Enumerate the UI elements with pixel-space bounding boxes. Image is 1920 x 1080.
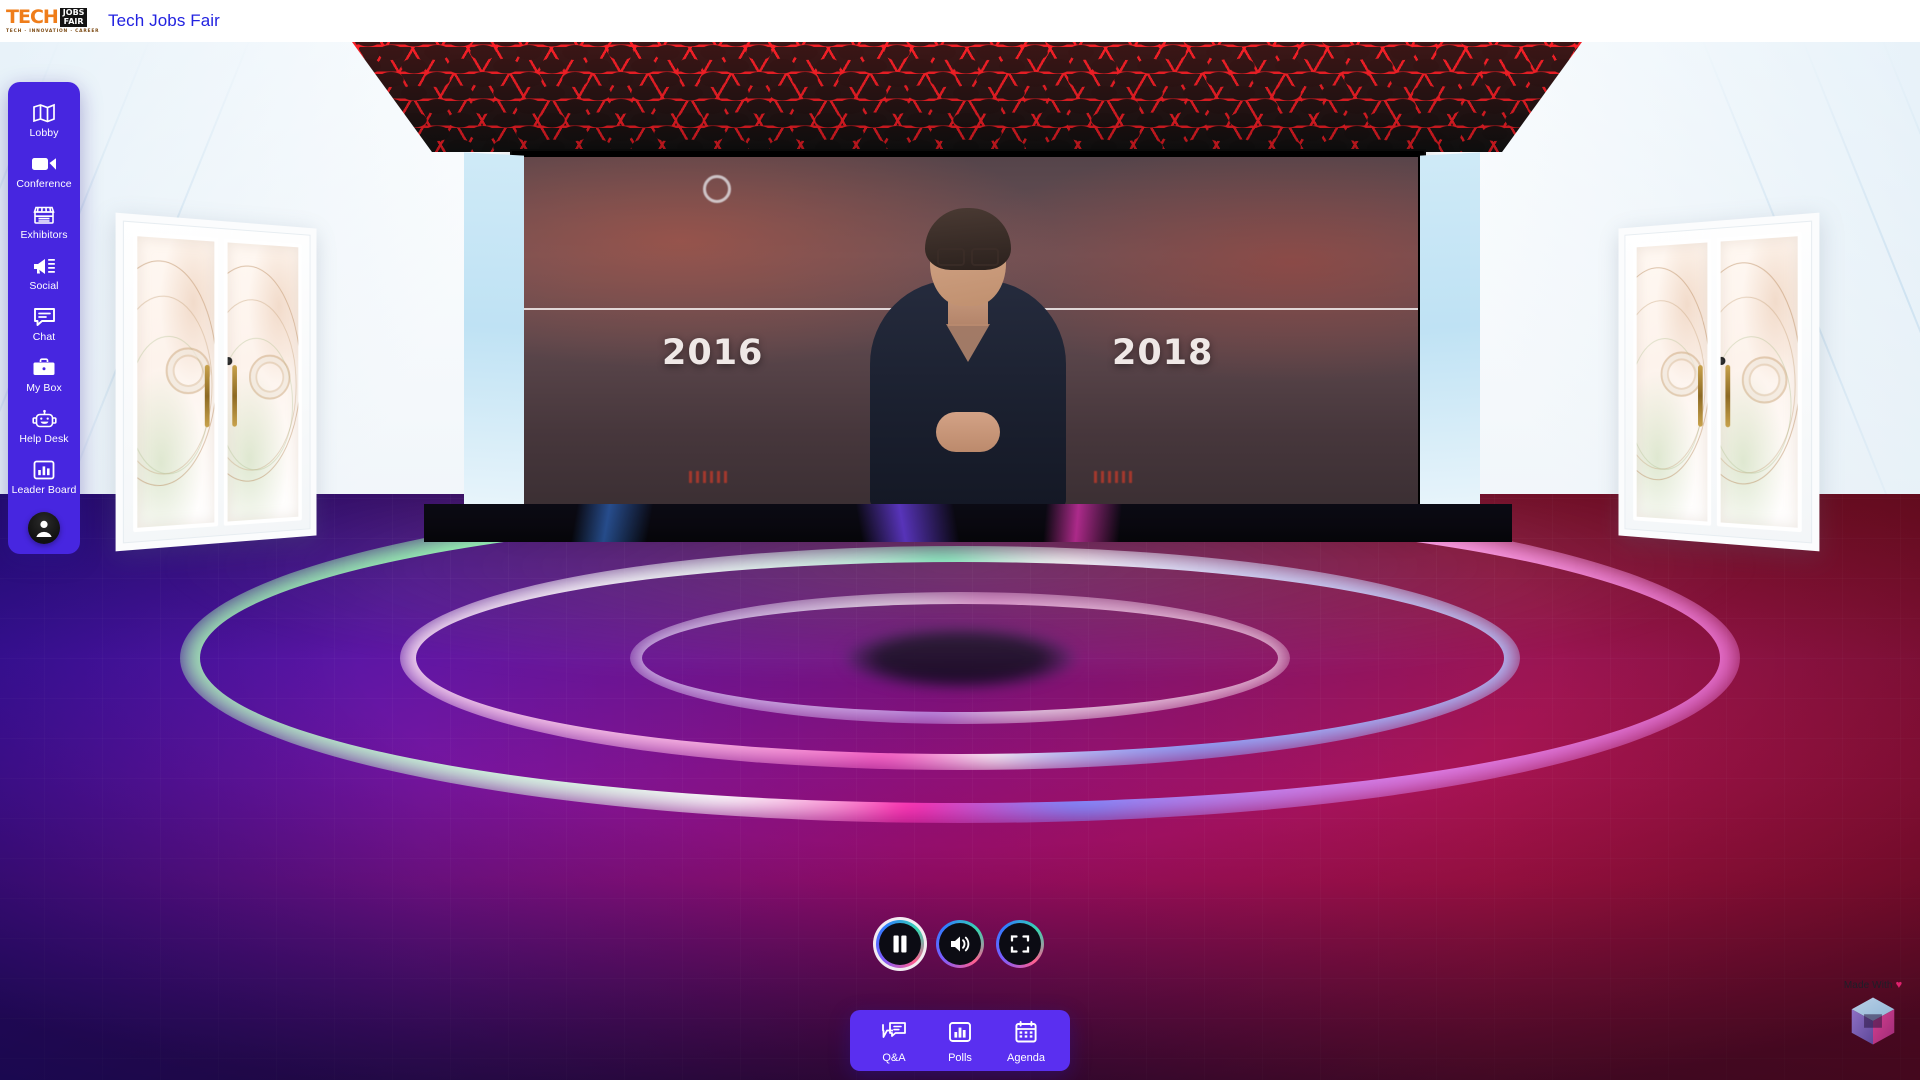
storefront-icon bbox=[31, 204, 57, 226]
sidebar-item-conference[interactable]: Conference bbox=[8, 145, 80, 196]
chat-bubble-icon bbox=[31, 306, 57, 328]
presenter-figure bbox=[818, 208, 1118, 508]
pause-button[interactable] bbox=[876, 920, 924, 968]
stage-pillar-right bbox=[1420, 152, 1480, 516]
sidebar-item-label: Help Desk bbox=[19, 433, 69, 445]
user-avatar-icon[interactable] bbox=[28, 512, 60, 544]
briefcase-icon bbox=[31, 357, 57, 379]
action-label: Polls bbox=[948, 1052, 972, 1064]
fullscreen-icon bbox=[1010, 935, 1030, 953]
heart-icon: ♥ bbox=[1895, 979, 1903, 991]
sidebar-item-label: My Box bbox=[26, 382, 62, 394]
calendar-icon bbox=[1014, 1020, 1038, 1049]
volume-button[interactable] bbox=[936, 920, 984, 968]
sidebar-item-chat[interactable]: Chat bbox=[8, 298, 80, 349]
led-screen-bezel: 2016 2018 bbox=[512, 151, 1424, 514]
action-label: Agenda bbox=[1007, 1052, 1045, 1064]
sidebar-item-label: Leader Board bbox=[11, 484, 77, 496]
poll-bars-icon bbox=[948, 1020, 972, 1049]
action-label: Q&A bbox=[882, 1052, 906, 1064]
app-header: TECH JOBS FAIR TECH · INNOVATION · CAREE… bbox=[0, 0, 1920, 42]
map-icon bbox=[31, 102, 57, 124]
robot-icon bbox=[31, 408, 57, 430]
bar-chart-icon bbox=[31, 459, 57, 481]
stage: 2016 2018 bbox=[0, 36, 1920, 602]
qa-chat-icon bbox=[881, 1020, 907, 1049]
stage-deck bbox=[424, 504, 1512, 542]
sidebar-item-label: Social bbox=[29, 280, 59, 292]
sidebar-item-exhibitors[interactable]: Exhibitors bbox=[8, 196, 80, 247]
video-player[interactable]: 2016 2018 bbox=[518, 157, 1418, 508]
page-title: Tech Jobs Fair bbox=[108, 11, 220, 30]
qa-button[interactable]: Q&A bbox=[864, 1018, 924, 1065]
sidebar-item-label: Exhibitors bbox=[20, 229, 68, 241]
sidebar-item-label: Chat bbox=[32, 331, 56, 343]
sidebar-item-social[interactable]: Social bbox=[8, 247, 80, 298]
stage-neon-accents bbox=[424, 504, 1512, 542]
sidebar-item-help-desk[interactable]: Help Desk bbox=[8, 400, 80, 451]
sidebar-item-label: Conference bbox=[16, 178, 72, 190]
ring-light-icon bbox=[702, 174, 731, 203]
made-with-badge[interactable]: Made With ♥ bbox=[1834, 980, 1912, 1060]
volume-high-icon bbox=[951, 936, 970, 952]
gradient-cube-logo bbox=[1851, 997, 1895, 1045]
logo-badge-line2: FAIR bbox=[63, 16, 84, 26]
agenda-button[interactable]: Agenda bbox=[996, 1018, 1056, 1065]
video-year-label: 2018 bbox=[1112, 332, 1214, 373]
logo-badge: JOBS FAIR bbox=[59, 8, 88, 27]
fullscreen-button[interactable] bbox=[996, 920, 1044, 968]
polls-button[interactable]: Polls bbox=[930, 1018, 990, 1065]
logo-tagline: TECH · INNOVATION · CAREER bbox=[6, 29, 100, 34]
presenter-vneck bbox=[946, 324, 990, 362]
chip-graphic bbox=[689, 471, 727, 484]
video-control-bar bbox=[876, 920, 1044, 968]
video-camera-icon bbox=[31, 153, 57, 175]
sidebar-item-leader-board[interactable]: Leader Board bbox=[8, 451, 80, 502]
pause-icon bbox=[893, 935, 907, 953]
logo-wordmark: TECH bbox=[6, 6, 59, 28]
megaphone-icon bbox=[31, 255, 57, 277]
sidebar-item-label: Lobby bbox=[29, 127, 59, 139]
main-sidebar: Lobby Conference Exhibitors Social Chat … bbox=[8, 82, 80, 554]
glasses-icon bbox=[937, 248, 999, 266]
sidebar-item-my-box[interactable]: My Box bbox=[8, 349, 80, 400]
stage-pillar-left bbox=[464, 152, 524, 516]
session-action-bar: Q&A Polls Agenda bbox=[850, 1010, 1070, 1071]
presenter-hands bbox=[936, 412, 1000, 452]
video-year-label: 2016 bbox=[662, 332, 764, 373]
made-with-label: Made With bbox=[1843, 980, 1893, 991]
sidebar-item-lobby[interactable]: Lobby bbox=[8, 94, 80, 145]
tech-jobs-fair-logo[interactable]: TECH JOBS FAIR TECH · INNOVATION · CAREE… bbox=[6, 3, 100, 39]
